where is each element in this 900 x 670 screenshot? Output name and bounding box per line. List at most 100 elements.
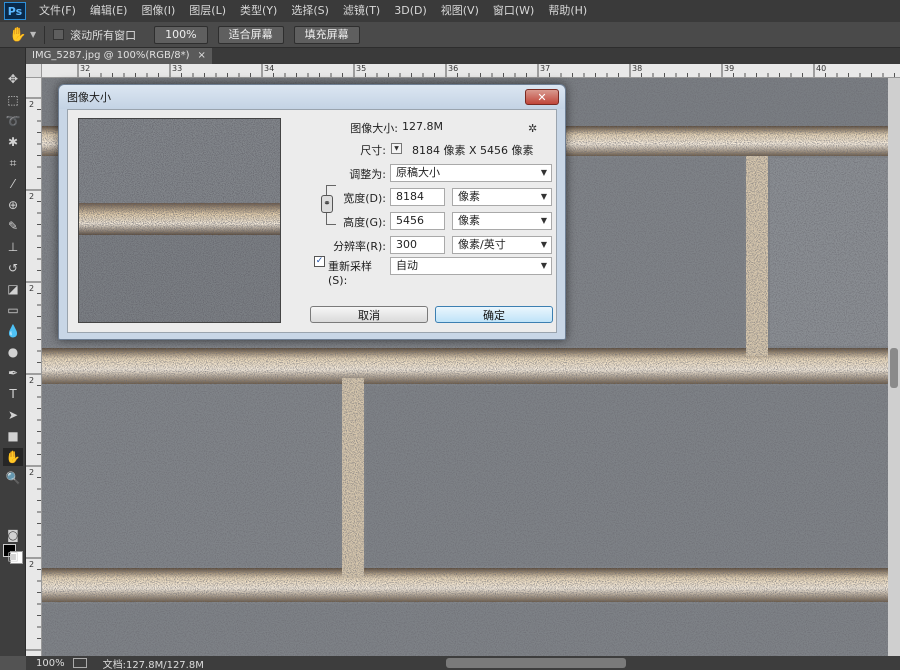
ruler-label: 36 — [448, 64, 459, 73]
zoom-tool-icon[interactable]: 🔍 — [3, 469, 23, 487]
blur-tool-icon[interactable]: 💧 — [3, 322, 23, 340]
dialog-title: 图像大小 — [67, 91, 111, 104]
ruler-label: 34 — [264, 64, 275, 73]
resolution-unit-select[interactable]: 像素/英寸 ▼ — [452, 236, 552, 254]
path-select-tool-icon[interactable]: ➤ — [3, 406, 23, 424]
resolution-input[interactable]: 300 — [390, 236, 445, 254]
ruler-corner[interactable] — [26, 64, 42, 78]
close-tab-icon[interactable]: × — [197, 48, 205, 64]
status-zoom[interactable]: 100% — [26, 658, 73, 669]
divider — [44, 25, 46, 44]
document-info-icon[interactable] — [72, 658, 87, 668]
chevron-down-icon: ▼ — [540, 216, 547, 225]
ruler-label: 38 — [632, 64, 643, 73]
image-size-value: 127.8M — [402, 120, 443, 133]
dimensions-label: 尺寸: — [360, 144, 386, 157]
resample-method-value: 自动 — [396, 259, 418, 272]
height-unit-value: 像素 — [458, 214, 480, 227]
resample-checkbox[interactable]: ✓ — [314, 256, 325, 267]
eraser-tool-icon[interactable]: ◪ — [3, 280, 23, 298]
zoom-100-button[interactable]: 100% — [154, 25, 208, 44]
status-bar: 100% 文档:127.8M/127.8M — [26, 656, 900, 670]
ruler-label: 37 — [540, 64, 551, 73]
ruler-label: 35 — [356, 64, 367, 73]
height-unit-select[interactable]: 像素 ▼ — [452, 212, 552, 230]
vertical-scrollbar[interactable] — [888, 78, 900, 656]
ok-button[interactable]: 确定 — [435, 306, 553, 323]
width-input[interactable]: 8184 — [390, 188, 445, 206]
menu-3d[interactable]: 3D(D) — [387, 0, 434, 22]
dialog-close-button[interactable]: ✕ — [525, 89, 559, 105]
screen-mode-icon[interactable]: ▣ — [3, 547, 23, 565]
ruler-label: 2 — [29, 560, 35, 569]
menu-view[interactable]: 视图(V) — [434, 0, 486, 22]
height-label: 高度(G): — [343, 216, 386, 229]
menu-file[interactable]: 文件(F) — [32, 0, 83, 22]
ruler-label: 40 — [816, 64, 827, 73]
ruler-label: 2 — [29, 100, 35, 109]
brush-tool-icon[interactable]: ✎ — [3, 217, 23, 235]
eyedropper-tool-icon[interactable]: ⁄ — [3, 175, 23, 193]
image-size-label: 图像大小: — [350, 122, 398, 135]
resample-label: 重新采样(S): — [328, 260, 372, 287]
menu-window[interactable]: 窗口(W) — [486, 0, 541, 22]
chevron-down-icon: ▼ — [540, 168, 547, 177]
ruler-label: 33 — [172, 64, 183, 73]
marquee-tool-icon[interactable]: ⬚ — [3, 91, 23, 109]
width-unit-select[interactable]: 像素 ▼ — [452, 188, 552, 206]
tool-preset-caret-icon[interactable]: ▼ — [30, 30, 36, 39]
horizontal-ruler[interactable]: 32 33 34 35 36 37 38 39 40 — [42, 64, 900, 78]
gear-icon[interactable]: ✲ — [528, 122, 542, 135]
hand-tool-icon[interactable]: ✋ — [3, 448, 23, 466]
document-tab[interactable]: IMG_5287.jpg @ 100%(RGB/8*) × — [26, 48, 212, 64]
fit-to-value: 原稿大小 — [396, 166, 440, 179]
resample-method-select[interactable]: 自动 ▼ — [390, 257, 552, 275]
ruler-label: 32 — [80, 64, 91, 73]
fit-to-select[interactable]: 原稿大小 ▼ — [390, 164, 552, 182]
image-size-dialog: 图像大小 ✕ ✲ 图像大小: 127.8M 尺寸: ▼ 8184 像素 X 54… — [58, 84, 566, 340]
chevron-down-icon: ▼ — [540, 240, 547, 249]
dialog-titlebar[interactable]: 图像大小 — [59, 85, 565, 109]
menu-edit[interactable]: 编辑(E) — [83, 0, 135, 22]
scroll-all-windows-checkbox[interactable] — [53, 29, 65, 40]
menu-type[interactable]: 类型(Y) — [233, 0, 284, 22]
menu-bar: Ps 文件(F) 编辑(E) 图像(I) 图层(L) 类型(Y) 选择(S) 滤… — [0, 0, 900, 22]
fit-to-label: 调整为: — [349, 168, 386, 181]
dodge-tool-icon[interactable]: ● — [3, 343, 23, 361]
width-label: 宽度(D): — [343, 192, 386, 205]
fill-screen-button[interactable]: 填充屏幕 — [293, 25, 360, 44]
quick-select-tool-icon[interactable]: ✱ — [3, 133, 23, 151]
menu-filter[interactable]: 滤镜(T) — [336, 0, 387, 22]
menu-help[interactable]: 帮助(H) — [541, 0, 594, 22]
photoshop-logo: Ps — [4, 2, 26, 20]
image-preview[interactable] — [78, 118, 281, 323]
quick-mask-icon[interactable]: ◙ — [3, 526, 23, 544]
type-tool-icon[interactable]: T — [3, 385, 23, 403]
shape-tool-icon[interactable]: ■ — [3, 427, 23, 445]
height-input[interactable]: 5456 — [390, 212, 445, 230]
vertical-scrollbar-thumb[interactable] — [890, 348, 898, 388]
ruler-label: 2 — [29, 284, 35, 293]
document-tab-title: IMG_5287.jpg @ 100%(RGB/8*) — [32, 50, 190, 61]
lasso-tool-icon[interactable]: ➰ — [3, 112, 23, 130]
gradient-tool-icon[interactable]: ▭ — [3, 301, 23, 319]
status-doc-info: 文档:127.8M/127.8M — [102, 659, 204, 670]
clone-stamp-tool-icon[interactable]: ⊥ — [3, 238, 23, 256]
healing-brush-tool-icon[interactable]: ⊕ — [3, 196, 23, 214]
cancel-button[interactable]: 取消 — [310, 306, 428, 323]
vertical-ruler[interactable]: 2 2 2 2 2 2 — [26, 64, 42, 656]
horizontal-scrollbar-thumb[interactable] — [446, 658, 626, 668]
move-tool-icon[interactable]: ✥ — [3, 70, 23, 88]
menu-select[interactable]: 选择(S) — [284, 0, 336, 22]
history-brush-tool-icon[interactable]: ↺ — [3, 259, 23, 277]
fit-screen-button[interactable]: 适合屏幕 — [217, 25, 284, 44]
width-unit-value: 像素 — [458, 190, 480, 203]
chevron-down-icon: ▼ — [540, 192, 547, 201]
pen-tool-icon[interactable]: ✒ — [3, 364, 23, 382]
scroll-all-windows-label: 滚动所有窗口 — [70, 28, 137, 42]
hand-tool-icon[interactable]: ✋ — [8, 25, 28, 45]
crop-tool-icon[interactable]: ⌗ — [3, 154, 23, 172]
menu-image[interactable]: 图像(I) — [134, 0, 182, 22]
dimensions-unit-dropdown-icon[interactable]: ▼ — [391, 143, 402, 154]
menu-layer[interactable]: 图层(L) — [182, 0, 233, 22]
